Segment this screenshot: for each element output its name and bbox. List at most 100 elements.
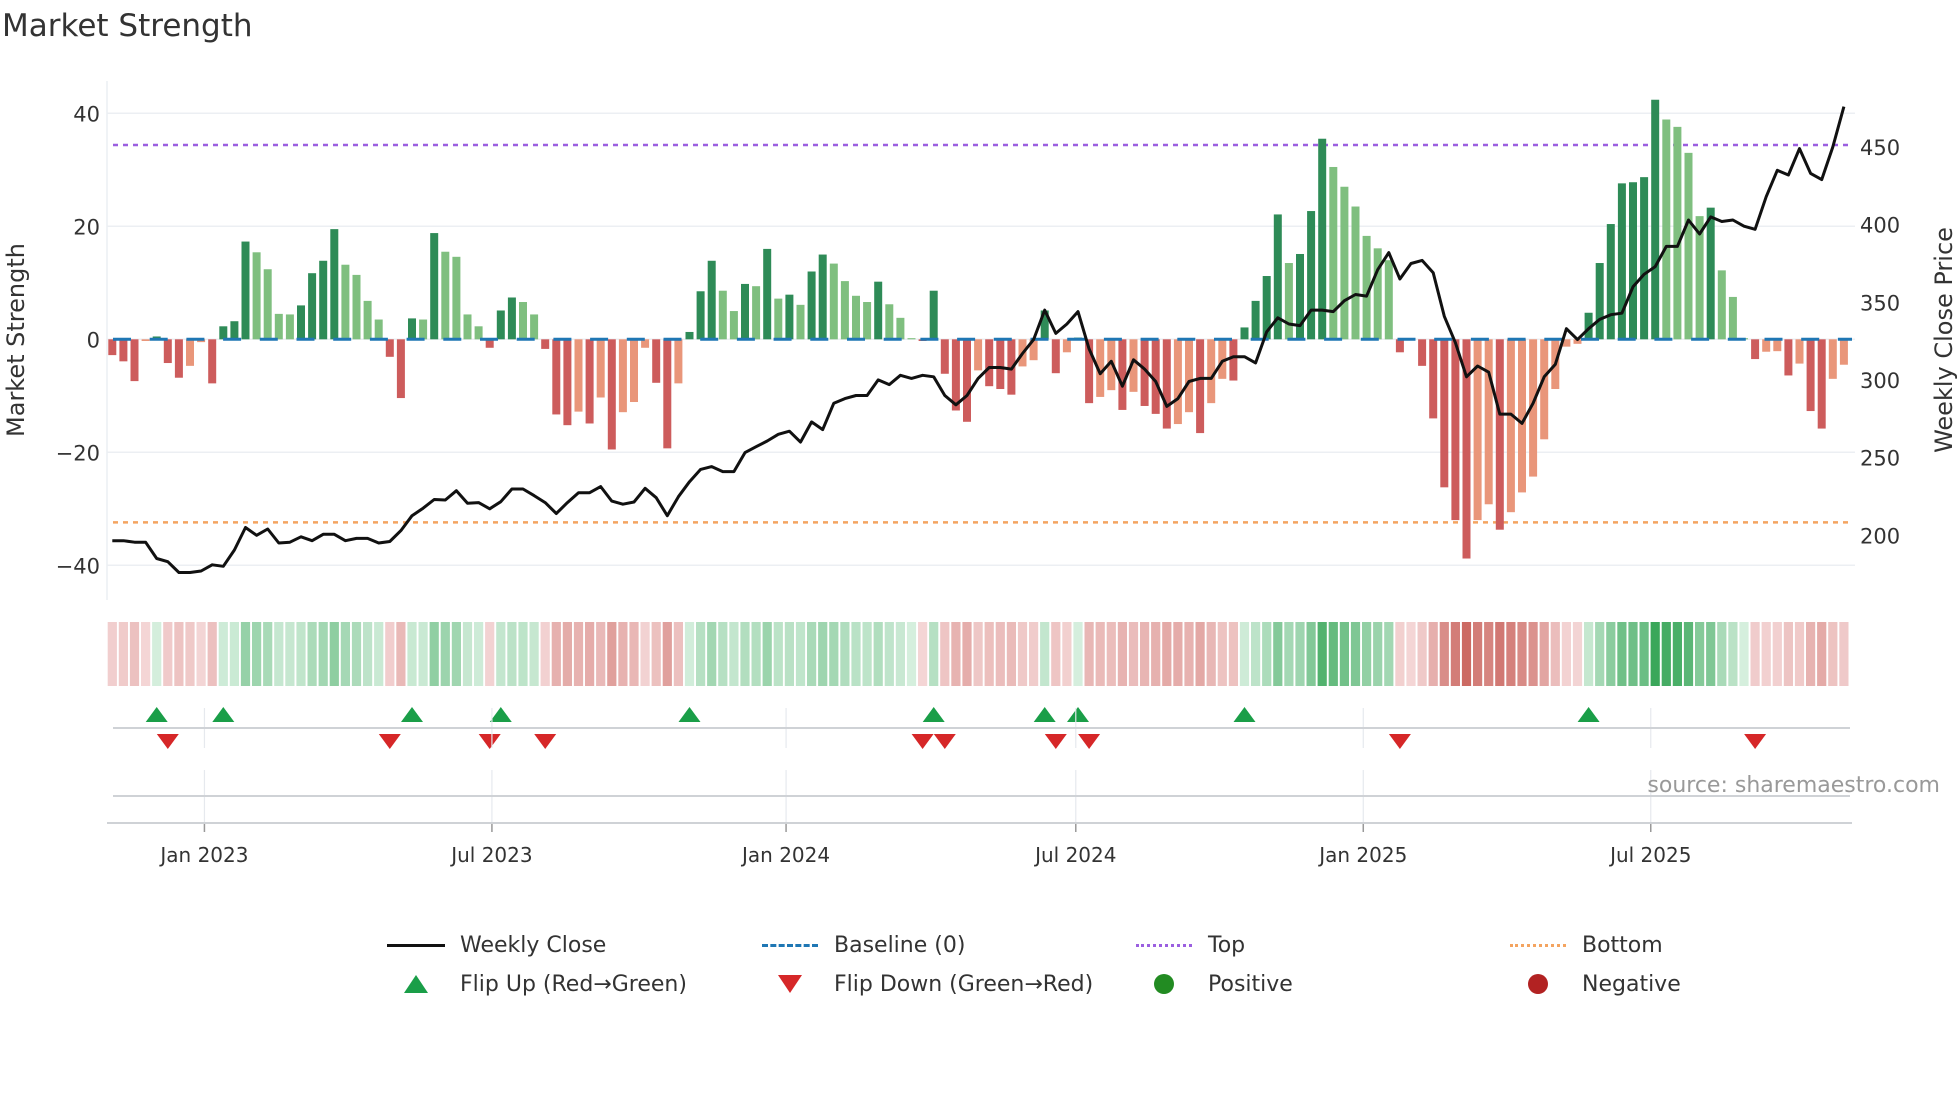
- strength-cell: [1306, 622, 1316, 686]
- strength-cell: [1228, 622, 1238, 686]
- positive-bar: [352, 274, 361, 340]
- flip-down-marker: [1388, 734, 1411, 749]
- flip-up-marker: [489, 707, 512, 722]
- strength-cell: [1084, 622, 1094, 686]
- y-tick-label: −20: [56, 441, 100, 465]
- strength-cell: [1628, 622, 1638, 686]
- strength-cell: [296, 622, 306, 686]
- strength-cell: [573, 622, 584, 686]
- strength-cell: [918, 622, 928, 686]
- positive-bar: [907, 338, 916, 340]
- date-tick-label: Jan 2023: [158, 843, 248, 867]
- negative-bar: [1751, 339, 1760, 360]
- strength-cell: [1095, 622, 1105, 686]
- strength-cell: [196, 622, 206, 686]
- strength-cell: [1062, 622, 1072, 686]
- positive-bar: [241, 241, 250, 340]
- strength-cell: [807, 622, 817, 686]
- positive-bar: [441, 251, 450, 340]
- flip-down-marker: [1078, 734, 1101, 749]
- strength-cell: [1572, 622, 1583, 686]
- negative-bar: [596, 339, 605, 398]
- strength-cell: [551, 622, 561, 686]
- strength-cell: [862, 622, 872, 686]
- positive-bar: [1284, 263, 1293, 340]
- positive-bar: [1595, 263, 1604, 340]
- negative-bar: [1773, 339, 1782, 352]
- flip-up-marker: [1233, 707, 1256, 722]
- strength-cell: [1151, 622, 1161, 686]
- strength-cell: [751, 622, 761, 686]
- y-tick-label: 20: [73, 215, 100, 239]
- negative-bar: [141, 339, 150, 341]
- positive-bar: [807, 271, 816, 340]
- flip-up-marker: [922, 707, 945, 722]
- strength-cell: [1461, 622, 1472, 686]
- positive-bar: [1717, 270, 1726, 340]
- positive-bar: [319, 260, 328, 340]
- strength-cell: [1672, 622, 1682, 686]
- negative-bar: [663, 339, 672, 449]
- negative-bar: [163, 339, 172, 364]
- negative-bar: [1429, 339, 1438, 419]
- strength-cell: [1262, 622, 1272, 686]
- strength-cell: [329, 622, 339, 686]
- strength-cell: [1117, 622, 1127, 686]
- strength-cell: [474, 622, 484, 686]
- strength-cell: [1683, 622, 1694, 686]
- positive-bar: [929, 290, 938, 340]
- flip-up-marker: [1033, 707, 1056, 722]
- negative-bar: [1062, 339, 1071, 353]
- positive-bar: [452, 256, 461, 340]
- flip-up-marker: [401, 707, 423, 722]
- strength-cell: [1772, 622, 1782, 686]
- negative-bar: [1207, 339, 1216, 404]
- negative-bar: [1196, 339, 1205, 434]
- positive-bar: [297, 305, 305, 340]
- flip-down-marker: [534, 734, 557, 749]
- negative-bar: [1185, 339, 1193, 413]
- positive-bar: [752, 286, 761, 340]
- strength-cell: [784, 622, 794, 686]
- negative-bar: [1762, 339, 1771, 352]
- strength-cell: [340, 622, 350, 686]
- strength-cell: [906, 622, 917, 686]
- strength-cell: [1473, 622, 1483, 686]
- y2-tick-label: 250: [1860, 447, 1900, 471]
- positive-bar: [1673, 126, 1682, 340]
- strength-cell: [1706, 622, 1716, 686]
- flip-down-marker: [478, 734, 501, 749]
- negative-bar: [996, 339, 1005, 390]
- positive-bar: [463, 314, 472, 340]
- positive-bar: [896, 317, 905, 340]
- strength-cell: [152, 622, 162, 686]
- strength-cell: [263, 622, 273, 686]
- strength-cell: [285, 622, 295, 686]
- negative-bar: [1806, 339, 1815, 412]
- strength-cell: [1173, 622, 1183, 686]
- positive-bar: [230, 321, 239, 340]
- strength-cell: [895, 622, 905, 686]
- positive-bar: [1373, 248, 1382, 340]
- market-strength-chart: 40200−20−40200250300350400450Market Stre…: [2, 81, 1958, 867]
- negative-bar: [1784, 339, 1793, 376]
- strength-heat-strip: [107, 622, 1849, 686]
- strength-cell: [1184, 622, 1194, 686]
- negative-bar: [618, 339, 627, 413]
- strength-cell: [1284, 622, 1294, 686]
- strength-cell: [1029, 622, 1039, 686]
- positive-bar: [1329, 166, 1338, 340]
- positive-bar: [863, 302, 872, 340]
- positive-bar: [374, 319, 383, 340]
- positive-bar: [785, 294, 794, 340]
- strength-cell: [1217, 622, 1227, 686]
- y2-tick-label: 350: [1860, 291, 1900, 315]
- strength-cell: [385, 622, 395, 686]
- flip-down-marker: [1044, 734, 1067, 749]
- strength-cell: [1395, 622, 1405, 686]
- strength-cell: [518, 622, 528, 686]
- strength-cell: [1617, 622, 1627, 686]
- strength-cell: [951, 622, 961, 686]
- negative-bar: [1162, 339, 1171, 429]
- strength-cell: [696, 622, 706, 686]
